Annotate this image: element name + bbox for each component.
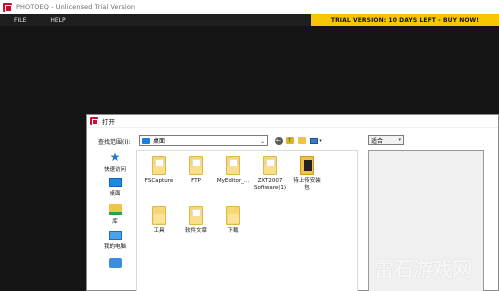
file-name: 工具 bbox=[153, 228, 165, 234]
library-icon bbox=[108, 204, 122, 215]
star-icon: ★ bbox=[109, 150, 121, 164]
place-label: 库 bbox=[112, 219, 118, 225]
up-folder-button[interactable]: ↑ bbox=[285, 136, 294, 145]
network-icon bbox=[108, 258, 122, 268]
view-menu-icon bbox=[310, 137, 319, 144]
look-in-dropdown[interactable]: 桌面 ⌄ bbox=[139, 135, 268, 146]
desktop-folder-icon bbox=[142, 137, 150, 144]
menu-file[interactable]: FILE bbox=[10, 17, 30, 24]
file-item[interactable]: ZXT2007 Software(1) bbox=[250, 156, 290, 192]
place-desktop[interactable]: 桌面 bbox=[96, 178, 134, 197]
file-item[interactable]: FSCapture bbox=[139, 156, 179, 185]
back-button[interactable]: ← bbox=[274, 136, 283, 145]
folder-icon bbox=[189, 206, 203, 225]
dialog-app-icon bbox=[90, 117, 98, 125]
folder-icon bbox=[226, 156, 240, 175]
places-bar: ★ 快速访问 桌面 库 我的电脑 bbox=[96, 151, 134, 291]
folder-icon bbox=[263, 156, 277, 175]
place-label: 桌面 bbox=[109, 191, 121, 197]
place-network[interactable] bbox=[96, 258, 134, 270]
dialog-titlebar: 打开 bbox=[87, 115, 498, 128]
chevron-down-icon: ▾ bbox=[319, 137, 322, 144]
back-icon: ← bbox=[274, 136, 283, 145]
place-label: 快速访问 bbox=[103, 167, 126, 173]
place-my-computer[interactable]: 我的电脑 bbox=[96, 231, 134, 250]
chevron-down-icon: ▾ bbox=[398, 137, 401, 143]
place-library[interactable]: 库 bbox=[96, 204, 134, 225]
dialog-title: 打开 bbox=[102, 118, 115, 126]
new-folder-button[interactable] bbox=[297, 136, 306, 145]
file-name: FTP bbox=[191, 178, 201, 184]
watermark: 雷石游戏网 bbox=[374, 257, 472, 281]
file-name: 下载 bbox=[227, 228, 239, 234]
look-in-label: 查找范围(I): bbox=[98, 139, 131, 146]
menu-help[interactable]: HELP bbox=[46, 17, 69, 24]
view-menu-button[interactable]: ▾ bbox=[309, 136, 323, 145]
file-name: MyEditor_... bbox=[216, 178, 250, 184]
file-item[interactable]: 下载 bbox=[213, 206, 253, 235]
file-item[interactable]: FTP bbox=[176, 156, 216, 185]
file-name: ZXT2007 Software(1) bbox=[253, 178, 287, 191]
file-name: 软件文章 bbox=[184, 228, 207, 234]
file-item[interactable]: 待上传安装 包 bbox=[287, 156, 327, 192]
desktop-icon bbox=[108, 178, 122, 187]
file-name: 待上传安装 包 bbox=[293, 178, 321, 191]
fit-mode-value: 适合 bbox=[371, 137, 384, 145]
folder-icon bbox=[152, 156, 166, 175]
file-name: FSCapture bbox=[144, 178, 174, 184]
trial-banner[interactable]: TRIAL VERSION: 10 DAYS LEFT - BUY NOW! bbox=[311, 14, 499, 26]
file-item[interactable]: 软件文章 bbox=[176, 206, 216, 235]
app-title: PHOTOEQ - Unlicensed Trial Version bbox=[16, 3, 136, 11]
photoeq-logo-icon bbox=[3, 2, 12, 12]
app-titlebar: PHOTOEQ - Unlicensed Trial Version bbox=[0, 0, 499, 14]
file-item[interactable]: 工具 bbox=[139, 206, 179, 235]
folder-icon bbox=[226, 206, 240, 225]
place-label: 我的电脑 bbox=[103, 244, 126, 250]
file-list[interactable]: FSCapture FTP MyEditor_... ZXT2007 Softw… bbox=[136, 150, 358, 291]
folder-icon bbox=[300, 156, 314, 175]
up-folder-icon: ↑ bbox=[285, 137, 294, 144]
chevron-down-icon: ⌄ bbox=[259, 138, 265, 145]
folder-icon bbox=[152, 206, 166, 225]
fit-mode-dropdown[interactable]: 适合 ▾ bbox=[368, 135, 404, 145]
menubar: FILE HELP TRIAL VERSION: 10 DAYS LEFT - … bbox=[0, 14, 499, 26]
look-in-value: 桌面 bbox=[153, 138, 166, 145]
folder-icon bbox=[189, 156, 203, 175]
computer-icon bbox=[108, 231, 122, 240]
new-folder-icon bbox=[297, 137, 306, 144]
file-item[interactable]: MyEditor_... bbox=[213, 156, 253, 185]
place-quick-access[interactable]: ★ 快速访问 bbox=[96, 151, 134, 173]
